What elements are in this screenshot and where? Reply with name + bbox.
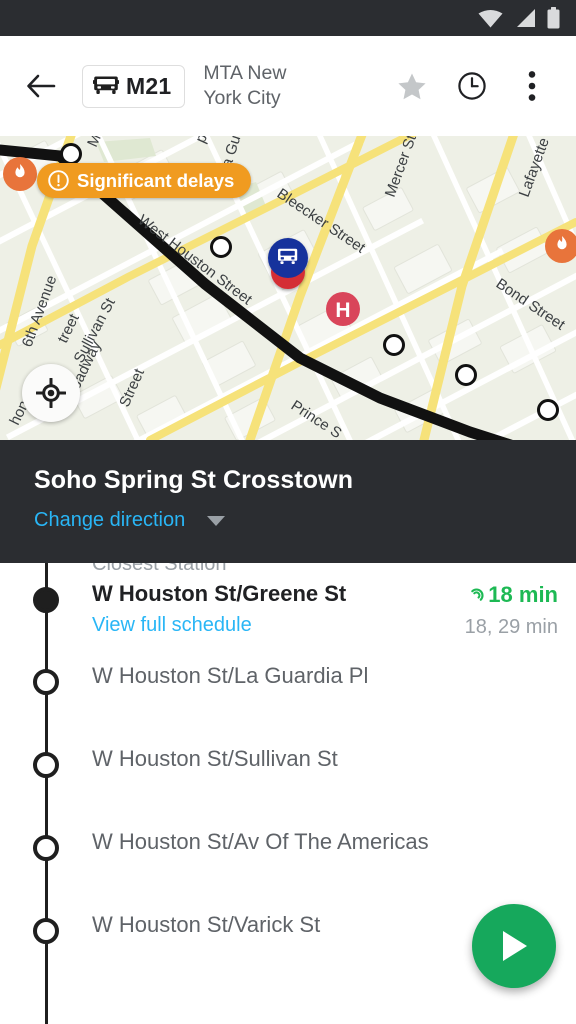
direction-title: Soho Spring St Crosstown bbox=[34, 466, 354, 494]
stop-dot bbox=[33, 835, 59, 861]
stop-main: W Houston St/Greene St View full schedul… bbox=[92, 581, 455, 637]
live-signal-icon bbox=[471, 588, 484, 601]
chevron-down-icon[interactable] bbox=[207, 515, 226, 526]
next-departures: 18, 29 min bbox=[464, 616, 558, 638]
star-icon bbox=[398, 73, 426, 99]
svg-text:H: H bbox=[335, 299, 350, 322]
app-bar-actions bbox=[382, 58, 562, 114]
my-location-icon bbox=[36, 378, 66, 408]
flame-poi-marker[interactable] bbox=[3, 157, 37, 191]
stop-name: W Houston St/Sullivan St bbox=[92, 746, 338, 771]
more-vert-icon bbox=[528, 71, 536, 101]
play-icon bbox=[503, 931, 527, 961]
list-item[interactable]: W Houston St/Av Of The Americas bbox=[0, 805, 576, 888]
battery-icon bbox=[547, 7, 560, 29]
cellular-signal-icon bbox=[517, 9, 535, 27]
change-direction-row[interactable]: Change direction bbox=[34, 509, 576, 532]
agency-name: MTA New York City bbox=[203, 62, 287, 109]
bus-icon bbox=[93, 76, 119, 94]
stop-dot bbox=[33, 918, 59, 944]
stop-eta: 18 min 18, 29 min bbox=[455, 581, 558, 639]
stop-main: W Houston St/Av Of The Americas bbox=[92, 829, 558, 855]
significant-delays-chip[interactable]: Significant delays bbox=[37, 163, 252, 198]
list-item[interactable]: W Houston St/Greene St View full schedul… bbox=[0, 553, 576, 639]
stop-name: W Houston St/La Guardia Pl bbox=[92, 663, 369, 688]
status-bar bbox=[0, 0, 576, 36]
hospital-poi-marker[interactable]: H bbox=[326, 292, 360, 326]
favorite-button[interactable] bbox=[382, 58, 442, 114]
view-full-schedule-link[interactable]: View full schedule bbox=[92, 614, 455, 637]
route-badge-label: M21 bbox=[126, 72, 172, 99]
stop-name: W Houston St/Av Of The Americas bbox=[92, 829, 429, 854]
change-direction-link[interactable]: Change direction bbox=[34, 509, 185, 532]
significant-delays-label: Significant delays bbox=[77, 169, 235, 191]
transit-route-screen: M21 MTA New York City 6th Avenue Sulliva… bbox=[0, 0, 576, 1024]
stop-name: W Houston St/Greene St bbox=[92, 581, 347, 606]
stop-dot bbox=[33, 669, 59, 695]
my-location-button[interactable] bbox=[22, 364, 80, 422]
stop-dot bbox=[33, 752, 59, 778]
back-arrow-icon bbox=[27, 74, 56, 98]
wifi-icon bbox=[478, 10, 503, 28]
clock-icon bbox=[458, 72, 486, 100]
start-navigation-fab[interactable] bbox=[472, 904, 556, 988]
stop-dot-filled bbox=[33, 587, 59, 613]
bus-pin-icon[interactable] bbox=[268, 238, 308, 289]
list-item[interactable]: W Houston St/Sullivan St bbox=[0, 722, 576, 805]
back-button[interactable] bbox=[14, 59, 68, 113]
stop-main: W Houston St/Sullivan St bbox=[92, 746, 558, 772]
route-badge[interactable]: M21 bbox=[82, 64, 186, 108]
eta-value: 18 min bbox=[488, 582, 558, 607]
stop-main: W Houston St/La Guardia Pl bbox=[92, 663, 558, 689]
schedule-button[interactable] bbox=[442, 58, 502, 114]
warning-icon bbox=[48, 170, 69, 191]
eta-live-row: 18 min bbox=[465, 582, 558, 608]
list-item[interactable]: W Houston St/La Guardia Pl bbox=[0, 639, 576, 722]
overflow-menu-button[interactable] bbox=[502, 58, 562, 114]
app-bar: M21 MTA New York City bbox=[0, 36, 576, 136]
direction-panel: Soho Spring St Crosstown Change directio… bbox=[0, 440, 576, 563]
route-map[interactable]: 6th Avenue Sullivan St MacD pson La Guar… bbox=[0, 136, 576, 440]
